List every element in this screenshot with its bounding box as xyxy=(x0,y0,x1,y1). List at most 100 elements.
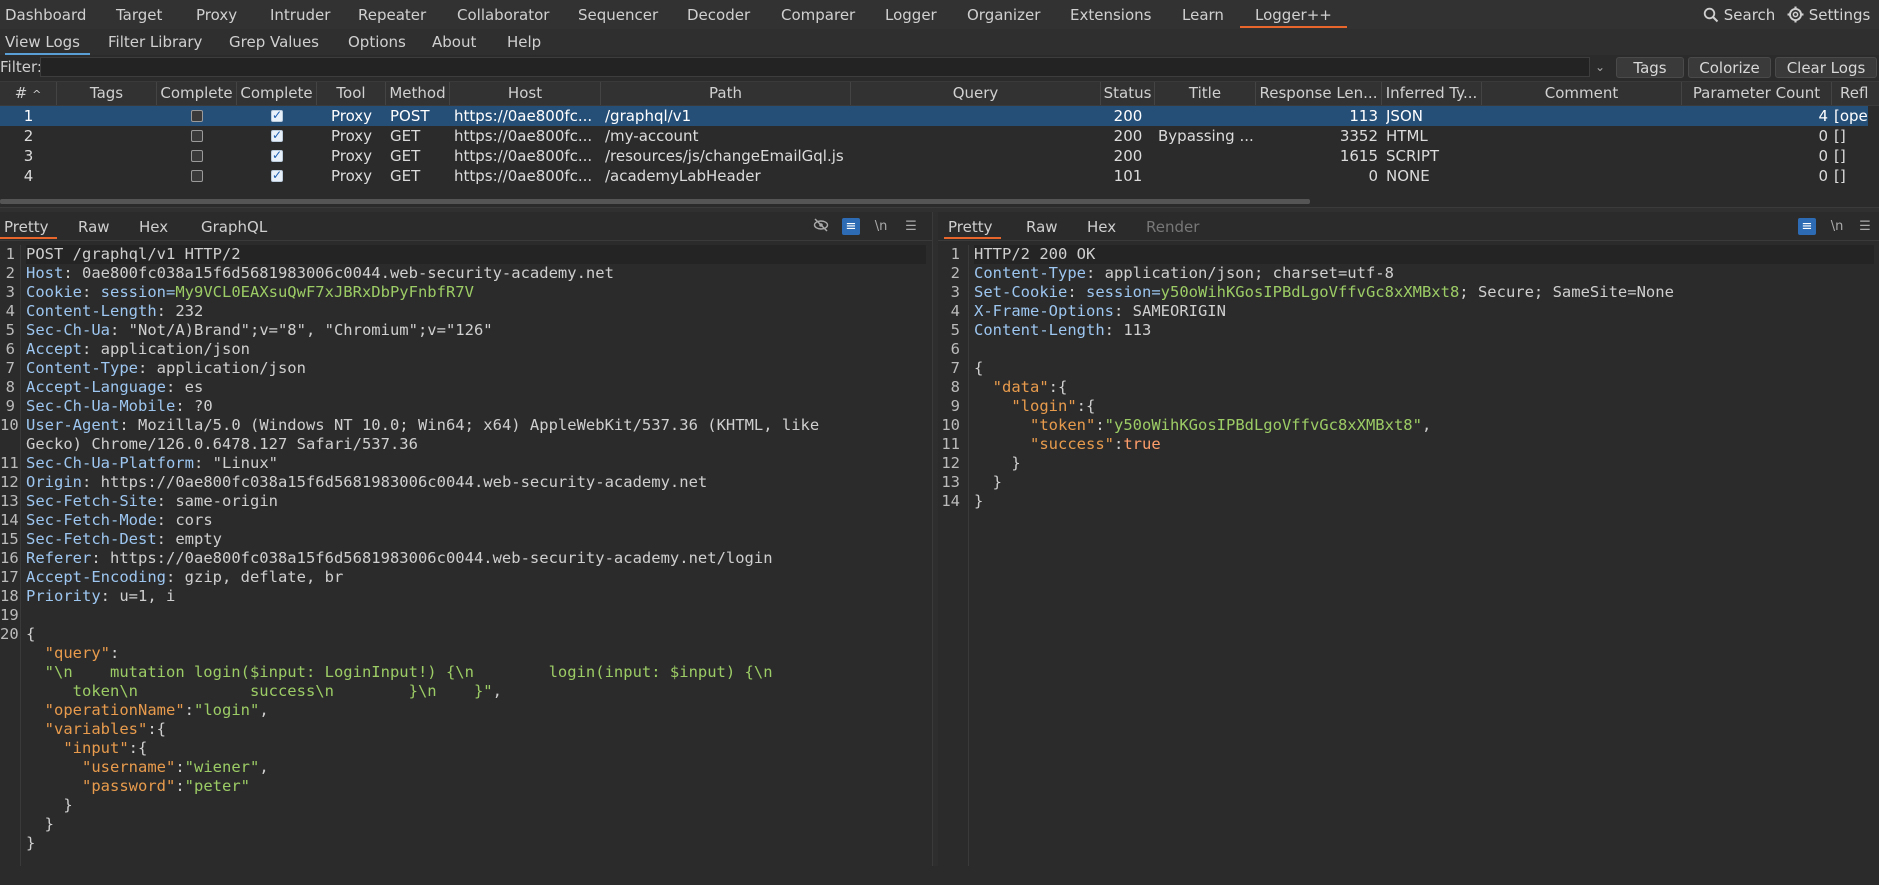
table-row[interactable]: 4 Proxy GET https://0ae800fc... /academy… xyxy=(0,166,1868,186)
column-parameter-count[interactable]: Parameter Count xyxy=(1682,82,1832,105)
table-row[interactable]: 1 Proxy POST https://0ae800fc... /graphq… xyxy=(0,106,1868,126)
hamburger-icon[interactable]: ☰ xyxy=(1856,218,1874,235)
column-tags[interactable]: Tags xyxy=(57,82,157,105)
newline-icon[interactable]: \n xyxy=(872,218,890,235)
filter-label: Filter: xyxy=(0,58,42,76)
response-tab-raw[interactable]: Raw xyxy=(1026,212,1058,240)
complete-checkbox[interactable] xyxy=(191,110,203,122)
column-inferred-type[interactable]: Inferred Ty... xyxy=(1382,82,1482,105)
response-tab-hex[interactable]: Hex xyxy=(1087,212,1116,240)
eye-off-icon[interactable] xyxy=(812,218,830,235)
column-complete-1[interactable]: Complete xyxy=(157,82,237,105)
wrap-icon[interactable]: ≡ xyxy=(1798,218,1816,235)
complete-checkbox-checked[interactable] xyxy=(271,168,283,182)
column-reflected[interactable]: Refl xyxy=(1832,82,1879,105)
column-comment[interactable]: Comment xyxy=(1482,82,1682,105)
tab-grep-values[interactable]: Grep Values xyxy=(229,29,319,55)
tab-options[interactable]: Options xyxy=(348,29,406,55)
newline-icon[interactable]: \n xyxy=(1828,218,1846,235)
menu-logger[interactable]: Logger xyxy=(885,0,937,29)
menu-organizer[interactable]: Organizer xyxy=(967,0,1040,29)
logger-subtabs: View Logs Filter Library Grep Values Opt… xyxy=(0,29,1879,56)
tab-help[interactable]: Help xyxy=(507,29,541,55)
filter-input[interactable] xyxy=(40,57,1590,77)
menu-proxy[interactable]: Proxy xyxy=(196,0,237,29)
request-tab-pretty[interactable]: Pretty xyxy=(0,212,57,239)
json-key: "variables" xyxy=(44,720,148,738)
menu-extensions[interactable]: Extensions xyxy=(1070,0,1151,29)
complete-checkbox[interactable] xyxy=(191,170,203,182)
header-value: "Not/A)Brand";v="8", "Chromium";v="126" xyxy=(128,321,493,339)
request-tab-graphql[interactable]: GraphQL xyxy=(201,212,267,240)
line-number: 9 xyxy=(950,397,960,415)
column-path[interactable]: Path xyxy=(601,82,851,105)
json-key: "success" xyxy=(1030,435,1114,453)
row-query xyxy=(855,146,1100,166)
tags-button[interactable]: Tags xyxy=(1616,57,1684,78)
response-tab-pretty[interactable]: Pretty xyxy=(944,212,1001,239)
menu-collaborator[interactable]: Collaborator xyxy=(457,0,549,29)
request-tabs: Pretty Raw Hex GraphQL ≡ \n ☰ xyxy=(0,212,932,241)
menu-comparer[interactable]: Comparer xyxy=(781,0,855,29)
json-key: "operationName" xyxy=(44,701,185,719)
request-tab-raw[interactable]: Raw xyxy=(78,212,110,240)
menu-intruder[interactable]: Intruder xyxy=(270,0,330,29)
row-parameter-count: 0 xyxy=(1818,127,1828,145)
header-name: Cookie xyxy=(26,283,82,301)
row-number: 3 xyxy=(23,147,34,165)
column-method[interactable]: Method xyxy=(386,82,450,105)
menu-loggerplusplus[interactable]: Logger++ xyxy=(1240,0,1347,28)
complete-checkbox-checked[interactable] xyxy=(271,128,283,142)
settings-button[interactable]: Settings xyxy=(1787,0,1870,29)
search-button[interactable]: Search xyxy=(1703,0,1775,29)
header-value: application/json xyxy=(100,340,250,358)
table-row[interactable]: 2 Proxy GET https://0ae800fc... /my-acco… xyxy=(0,126,1868,146)
column-number[interactable]: # ^ xyxy=(0,82,57,105)
column-status[interactable]: Status xyxy=(1101,82,1155,105)
header-value: session= xyxy=(1086,283,1161,301)
complete-checkbox-checked[interactable] xyxy=(271,108,283,122)
tab-filter-library[interactable]: Filter Library xyxy=(108,29,202,55)
header-value: empty xyxy=(175,530,222,548)
row-host: https://0ae800fc... xyxy=(454,147,593,165)
complete-checkbox[interactable] xyxy=(191,130,203,142)
json-key: "input" xyxy=(63,739,129,757)
request-editor[interactable]: POST /graphql/v1 HTTP/2 Host: 0ae800fc03… xyxy=(26,245,926,885)
response-editor[interactable]: HTTP/2 200 OK Content-Type: application/… xyxy=(974,245,1874,645)
row-reflected: [] xyxy=(1834,167,1846,185)
column-tool[interactable]: Tool xyxy=(317,82,386,105)
menu-sequencer[interactable]: Sequencer xyxy=(578,0,658,29)
line-number: 11 xyxy=(0,454,19,472)
column-title[interactable]: Title xyxy=(1155,82,1256,105)
column-response-length[interactable]: Response Len... xyxy=(1256,82,1382,105)
table-row[interactable]: 3 Proxy GET https://0ae800fc... /resourc… xyxy=(0,146,1868,166)
menu-repeater[interactable]: Repeater xyxy=(358,0,426,29)
line-number: 14 xyxy=(941,492,960,510)
menu-target[interactable]: Target xyxy=(116,0,162,29)
request-tab-hex[interactable]: Hex xyxy=(139,212,168,240)
menu-dashboard[interactable]: Dashboard xyxy=(5,0,86,29)
column-query[interactable]: Query xyxy=(851,82,1101,105)
tab-about[interactable]: About xyxy=(432,29,476,55)
response-tabs: Pretty Raw Hex Render ≡ \n ☰ xyxy=(938,212,1879,241)
clear-logs-button[interactable]: Clear Logs xyxy=(1775,57,1877,78)
menu-decoder[interactable]: Decoder xyxy=(687,0,750,29)
response-tab-render[interactable]: Render xyxy=(1146,212,1199,240)
header-value: es xyxy=(184,378,204,396)
column-host[interactable]: Host xyxy=(450,82,601,105)
json-key: "username" xyxy=(82,758,176,776)
colorize-button[interactable]: Colorize xyxy=(1688,57,1771,78)
column-complete-2[interactable]: Complete xyxy=(237,82,317,105)
complete-checkbox[interactable] xyxy=(191,150,203,162)
header-value: same-origin xyxy=(175,492,278,510)
row-comment xyxy=(1486,126,1681,146)
header-value: https://0ae800fc038a15f6d5681983006c0044… xyxy=(100,473,708,491)
wrap-icon[interactable]: ≡ xyxy=(842,218,860,235)
row-reflected: [] xyxy=(1834,127,1846,145)
hamburger-icon[interactable]: ☰ xyxy=(902,218,920,235)
chevron-down-icon[interactable]: ⌄ xyxy=(1590,58,1610,76)
menu-learn[interactable]: Learn xyxy=(1182,0,1224,29)
table-horizontal-scrollbar[interactable] xyxy=(0,199,1310,204)
complete-checkbox-checked[interactable] xyxy=(271,148,283,162)
tab-view-logs[interactable]: View Logs xyxy=(5,29,90,55)
